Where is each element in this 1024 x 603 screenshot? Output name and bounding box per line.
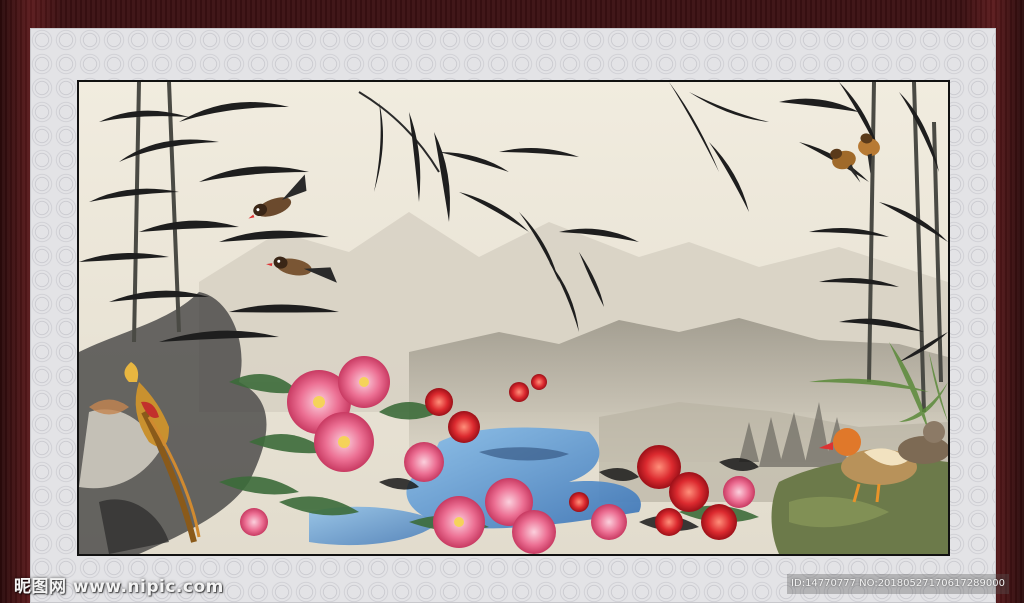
ink-painting (77, 80, 950, 556)
painting-artwork (79, 82, 948, 554)
nipic-logo-watermark: 昵图网 www.nipic.com (14, 577, 224, 597)
image-id-watermark: ID:14770777 NO:20180527170617289000 (787, 574, 1009, 594)
watermark-strip: 昵图网 www.nipic.com ID:14770777 NO:2018052… (0, 568, 1024, 603)
